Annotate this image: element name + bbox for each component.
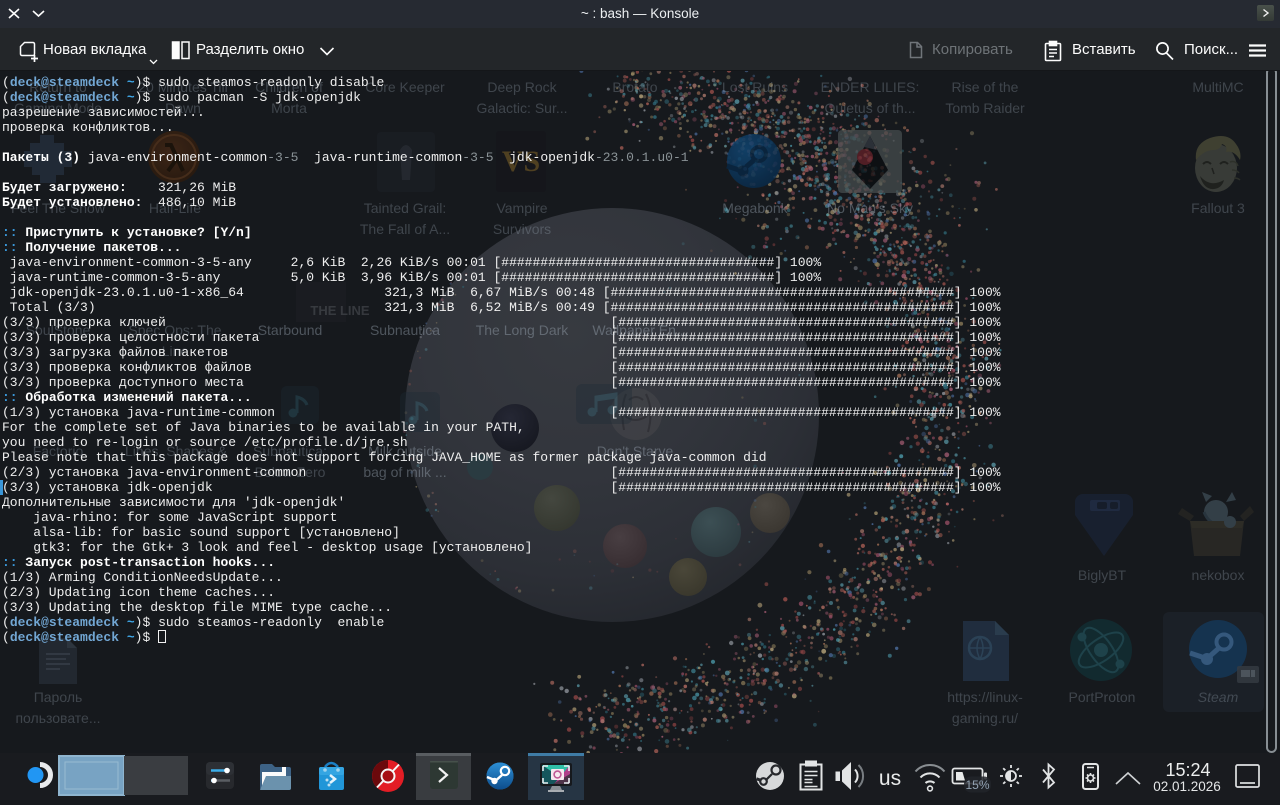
svg-text:02.01.2026: 02.01.2026 <box>1153 779 1221 794</box>
svg-text:15%: 15% <box>965 778 989 792</box>
svg-text:15:24: 15:24 <box>1165 760 1210 780</box>
svg-text:us: us <box>879 767 901 790</box>
